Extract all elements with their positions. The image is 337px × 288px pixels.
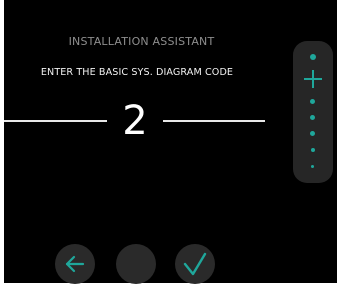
page-title: INSTALLATION ASSISTANT [68,35,215,48]
back-button[interactable] [55,244,95,284]
increment-button[interactable] [303,69,323,89]
blank-button[interactable] [116,244,156,284]
stepper-dot [310,115,315,120]
check-icon [183,252,207,276]
stepper-dot [310,54,316,60]
stepper-dot [310,99,315,104]
arrow-left-icon [65,255,85,273]
value-line-right [163,120,265,122]
stepper-dot [310,131,315,136]
value-line-left [4,120,107,122]
stepper-dot [311,165,314,168]
value-display: 2 [4,96,270,146]
value-stepper[interactable] [293,41,333,183]
confirm-button[interactable] [175,244,215,284]
plus-icon [304,70,322,88]
instruction-text: ENTER THE BASIC SYS. DIAGRAM CODE [40,67,234,78]
diagram-code-value: 2 [122,98,148,144]
stepper-dot [311,148,315,152]
screen: INSTALLATION ASSISTANT ENTER THE BASIC S… [4,0,337,284]
